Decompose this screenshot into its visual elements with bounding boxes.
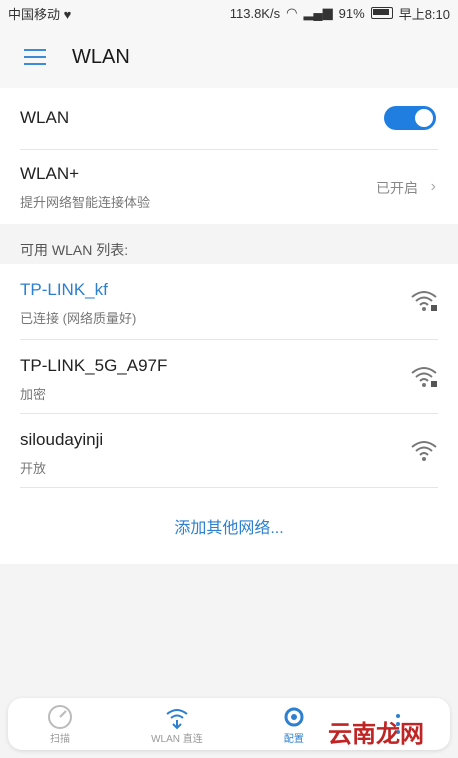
nav-wlan-direct[interactable]: WLAN 直连	[151, 704, 203, 745]
wlan-direct-icon	[166, 708, 188, 729]
nav-config-label: 配置	[283, 733, 304, 745]
nav-scan-label: 扫描	[50, 733, 71, 745]
add-other-network-button[interactable]: 添加其他网络...	[0, 514, 458, 538]
menu-icon[interactable]	[24, 44, 46, 70]
heart-icon: ♥	[63, 6, 72, 22]
battery-icon	[370, 7, 393, 19]
settings-card: WLAN WLAN+ 提升网络智能连接体验 已开启 ›	[0, 88, 458, 224]
chevron-right-icon: ›	[430, 178, 436, 195]
wlan-toggle-label: WLAN	[20, 108, 70, 127]
wlan-plus-row[interactable]: WLAN+ 提升网络智能连接体验 已开启 ›	[0, 150, 458, 224]
battery-percent: 91%	[338, 5, 365, 21]
network-status: 已连接 (网络质量好)	[20, 311, 137, 326]
wlan-toggle-row[interactable]: WLAN	[0, 88, 458, 150]
network-ssid: TP-LINK_kf	[20, 280, 108, 299]
wlan-toggle-switch[interactable]	[384, 106, 436, 130]
wifi-icon	[411, 441, 437, 461]
nav-config[interactable]: 配置	[281, 704, 307, 745]
wlan-plus-value: 已开启	[376, 180, 418, 196]
wifi-status-icon: ◠	[286, 5, 298, 20]
wlan-plus-title: WLAN+	[20, 164, 80, 183]
nav-wlan-direct-label: WLAN 直连	[151, 733, 203, 745]
network-speed: 113.8K/s	[229, 5, 281, 21]
network-ssid: siloudayinji	[20, 430, 104, 449]
wifi-lock-icon	[411, 291, 437, 311]
clock: 早上8:10	[398, 6, 450, 22]
nav-scan[interactable]: 扫描	[47, 704, 73, 745]
status-bar: 中国移动 ♥ 113.8K/s ◠ ▂▄▆ 91% 早上8:10	[0, 0, 458, 26]
carrier-label: 中国移动	[8, 6, 61, 22]
app-bar: WLAN	[0, 26, 458, 88]
section-header: 可用 WLAN 列表:	[20, 242, 129, 258]
wifi-lock-icon	[411, 367, 437, 387]
scan-icon	[48, 704, 73, 729]
signal-icon: ▂▄▆	[303, 5, 333, 20]
network-item[interactable]: TP-LINK_kf 已连接 (网络质量好)	[0, 264, 458, 340]
network-status: 开放	[20, 461, 47, 476]
network-ssid: TP-LINK_5G_A97F	[20, 356, 168, 375]
wlan-plus-subtitle: 提升网络智能连接体验	[20, 195, 151, 210]
network-item[interactable]: TP-LINK_5G_A97F 加密	[0, 340, 458, 414]
network-status: 加密	[20, 387, 47, 402]
page-title: WLAN	[72, 45, 130, 68]
network-item[interactable]: siloudayinji 开放	[0, 414, 458, 488]
watermark: 云南龙网	[328, 720, 424, 748]
gear-icon	[284, 707, 304, 726]
